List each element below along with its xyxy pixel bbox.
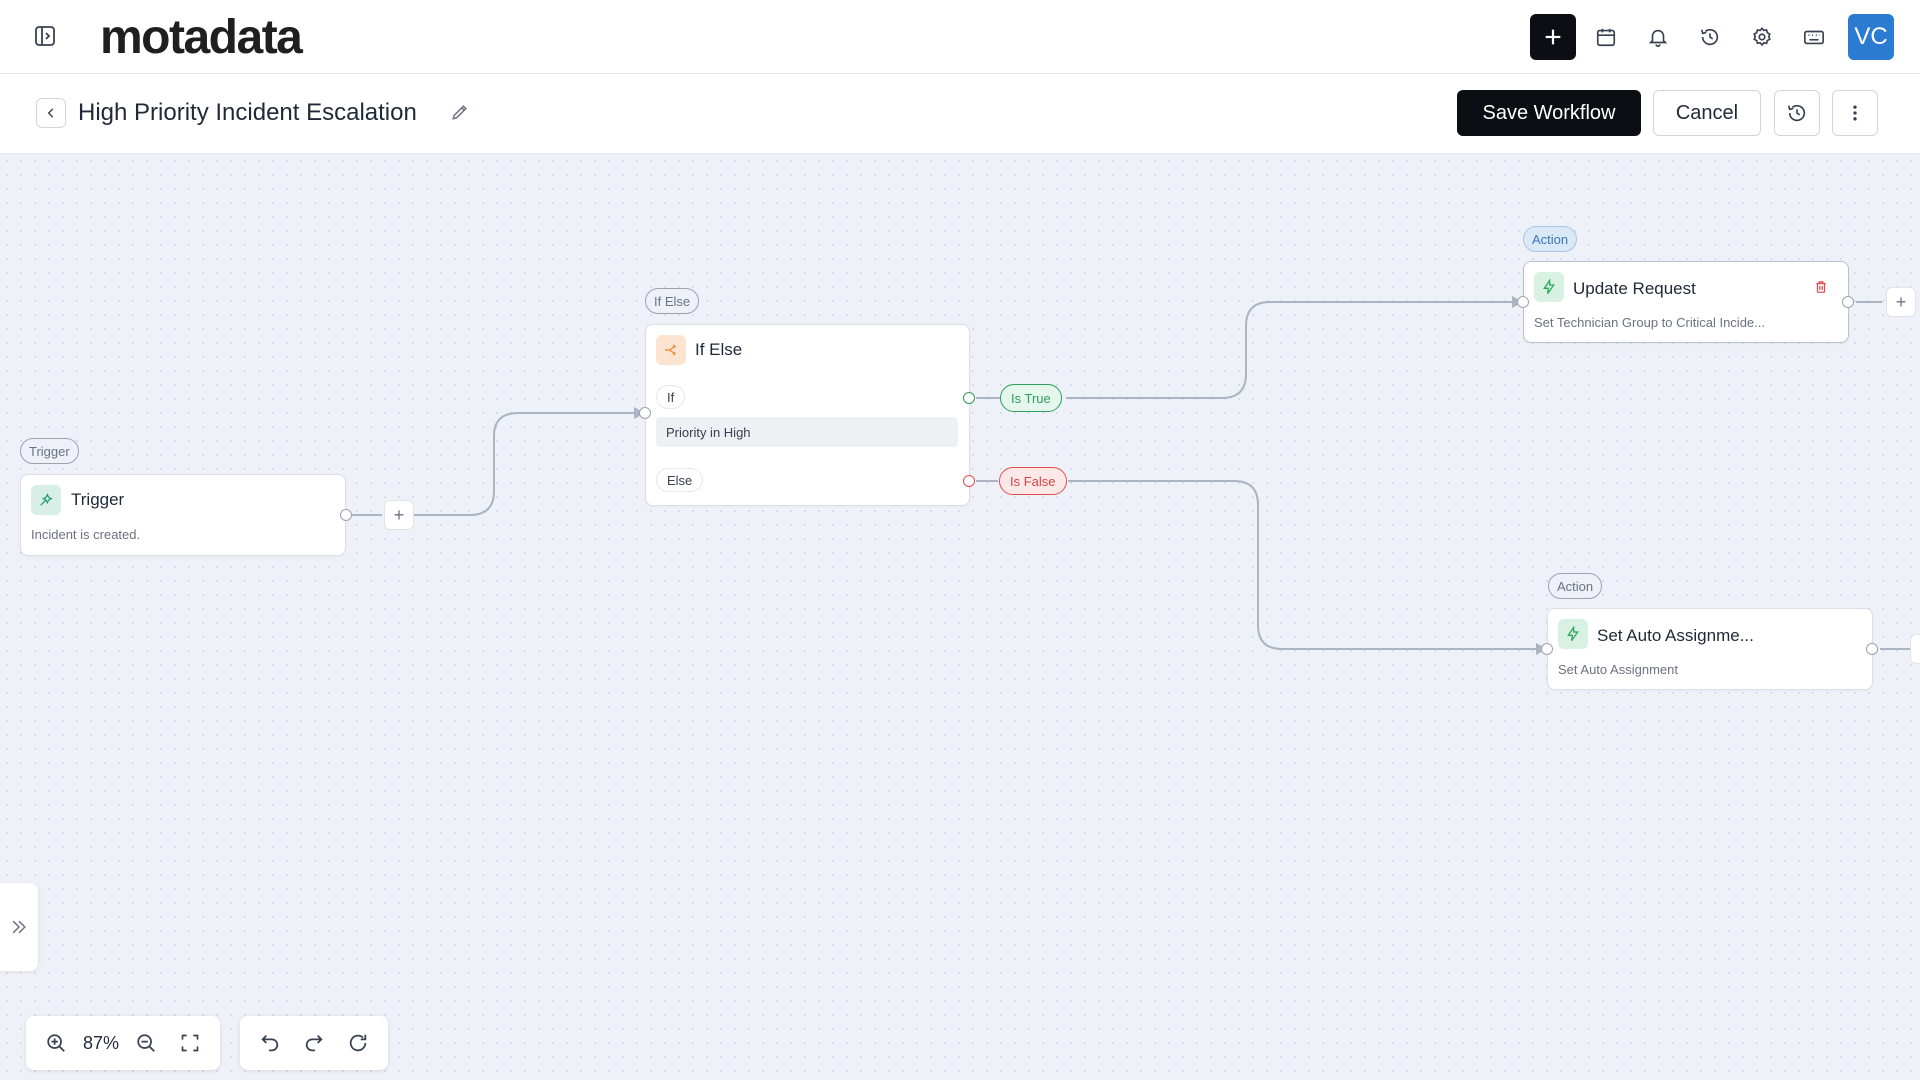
node-title: Trigger: [71, 490, 125, 509]
update-request-output-port[interactable]: [1842, 296, 1854, 308]
save-workflow-button[interactable]: Save Workflow: [1457, 90, 1641, 136]
trigger-output-port[interactable]: [340, 509, 352, 521]
node-description: Set Auto Assignment: [1558, 662, 1678, 677]
node-title: If Else: [695, 340, 743, 359]
refresh-icon[interactable]: [336, 1021, 380, 1065]
lightning-icon: [1558, 619, 1588, 649]
version-history-button[interactable]: [1774, 90, 1820, 136]
calendar-icon[interactable]: [1580, 14, 1632, 60]
user-avatar[interactable]: VC: [1848, 14, 1894, 60]
expand-panel-button[interactable]: [0, 883, 38, 971]
auto-assignment-node[interactable]: Set Auto Assignme... Set Auto Assignment: [1547, 608, 1873, 690]
lightning-icon: [1534, 272, 1564, 302]
false-output-port[interactable]: [963, 475, 975, 487]
if-else-input-port[interactable]: [639, 407, 651, 419]
else-label: Else: [656, 468, 704, 492]
trash-icon[interactable]: [1814, 280, 1830, 296]
zoom-toolbar: 87%: [26, 1016, 220, 1070]
auto-assignment-input-port[interactable]: [1541, 643, 1553, 655]
node-type-tag: If Else: [645, 288, 700, 314]
fit-view-icon[interactable]: [168, 1021, 212, 1065]
create-button[interactable]: [1530, 14, 1576, 60]
node-type-tag: Trigger: [20, 438, 79, 464]
true-output-port[interactable]: [963, 392, 975, 404]
is-true-badge: Is True: [1000, 384, 1062, 412]
bell-icon[interactable]: [1632, 14, 1684, 60]
workflow-header: High Priority Incident Escalation Save W…: [0, 74, 1920, 154]
cancel-button[interactable]: Cancel: [1653, 90, 1761, 136]
auto-assignment-output-port[interactable]: [1866, 643, 1878, 655]
trigger-icon: [31, 485, 61, 515]
add-step-button[interactable]: +: [1886, 287, 1916, 317]
zoom-out-icon[interactable]: [124, 1021, 168, 1065]
history-icon: [1787, 104, 1806, 122]
more-vertical-icon: [1853, 105, 1857, 121]
condition-row[interactable]: Priority in High: [656, 417, 958, 447]
history-icon[interactable]: [1684, 14, 1736, 60]
node-title: Set Auto Assignme...: [1597, 626, 1754, 645]
gear-icon[interactable]: [1736, 14, 1788, 60]
double-chevron-right-icon: [12, 920, 26, 934]
node-type-tag: Action: [1523, 226, 1578, 252]
history-toolbar: [240, 1016, 388, 1070]
zoom-in-icon[interactable]: [34, 1021, 78, 1065]
add-step-button[interactable]: +: [384, 500, 414, 530]
if-label: If: [656, 385, 686, 409]
workflow-canvas[interactable]: Trigger Trigger Incident is created. + I…: [0, 154, 1920, 1080]
top-bar: motadata VC: [0, 0, 1920, 74]
redo-icon[interactable]: [292, 1021, 336, 1065]
node-title: Update Request: [1573, 279, 1696, 298]
node-type-tag: Action: [1548, 573, 1603, 599]
undo-icon[interactable]: [248, 1021, 292, 1065]
more-options-button[interactable]: [1832, 90, 1878, 136]
update-request-input-port[interactable]: [1517, 296, 1529, 308]
brand-logo: motadata: [100, 11, 303, 64]
plus-icon: [1545, 29, 1561, 45]
header-actions: VC: [1530, 14, 1894, 60]
node-description: Incident is created.: [31, 527, 141, 542]
update-request-node[interactable]: Update Request Set Technician Group to C…: [1523, 261, 1849, 343]
pencil-icon[interactable]: [450, 102, 472, 124]
zoom-level: 87%: [82, 1032, 120, 1053]
keyboard-icon[interactable]: [1788, 14, 1840, 60]
branch-icon: [656, 335, 686, 365]
back-button[interactable]: [36, 98, 66, 128]
node-description: Set Technician Group to Critical Incide.…: [1534, 315, 1765, 330]
sidebar-toggle-icon[interactable]: [30, 21, 60, 51]
add-step-button[interactable]: +: [1910, 634, 1920, 664]
chevron-left-icon: [47, 108, 54, 118]
workflow-title: High Priority Incident Escalation: [78, 99, 417, 126]
if-else-node[interactable]: If Else If Priority in High Else: [645, 324, 970, 506]
is-false-badge: Is False: [999, 467, 1067, 495]
trigger-node[interactable]: Trigger Incident is created.: [20, 474, 346, 556]
